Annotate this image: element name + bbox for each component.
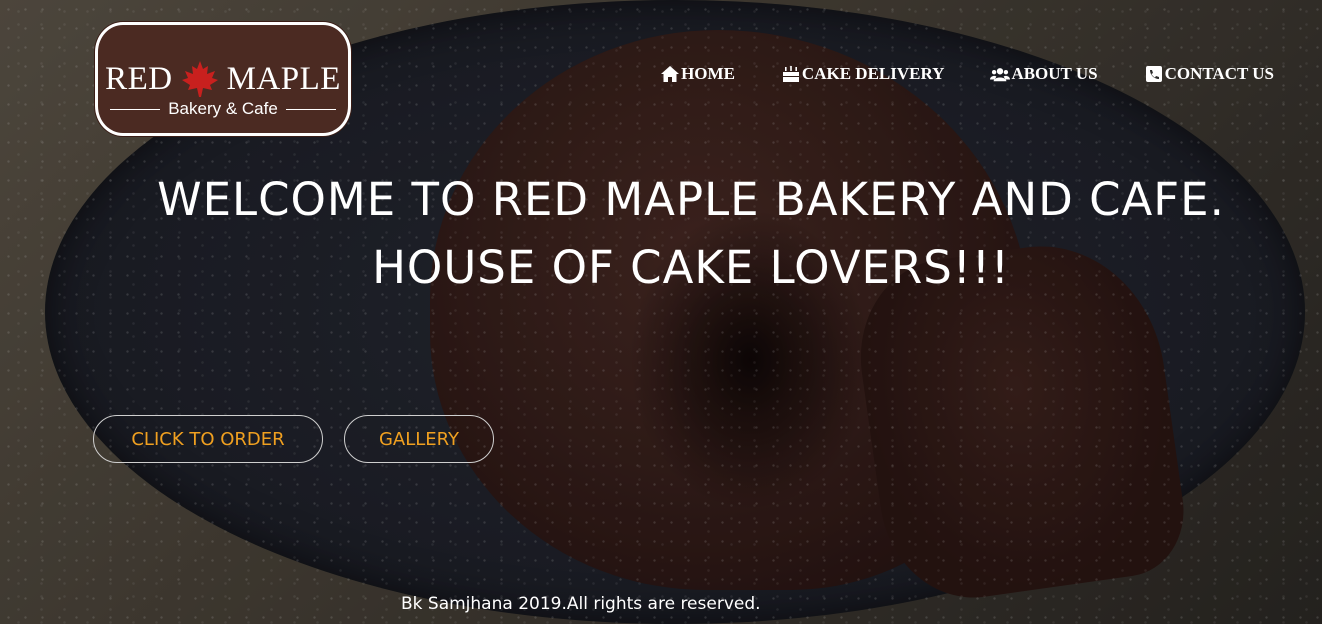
gallery-button[interactable]: GALLERY [344, 415, 494, 463]
home-icon [661, 66, 680, 82]
users-icon [990, 68, 1011, 82]
red-maple-logo[interactable]: RED MAPLE Bakery & Cafe [95, 22, 351, 136]
logo-divider-left [110, 108, 161, 110]
nav-contact-us-label: CONTACT US [1164, 64, 1274, 83]
nav-contact-us[interactable]: CONTACT US [1144, 64, 1274, 84]
logo-brand-right: MAPLE [226, 60, 341, 97]
nav-about-us-label: ABOUT US [1011, 64, 1098, 83]
nav-cake-delivery[interactable]: CAKE DELIVERY [781, 64, 945, 84]
hero-headline-line2: HOUSE OF CAKE LOVERS!!! [372, 241, 1010, 294]
footer-copyright: Bk Samjhana 2019.All rights are reserved… [401, 594, 761, 614]
logo-divider-right [285, 108, 337, 110]
hero-headline-line1: WELCOME TO RED MAPLE BAKERY AND CAFE. [157, 173, 1225, 226]
click-to-order-button[interactable]: CLICK TO ORDER [93, 415, 323, 463]
logo-brand-left: RED [105, 60, 173, 97]
birthday-cake-icon [782, 66, 799, 82]
hero-headline: WELCOME TO RED MAPLE BAKERY AND CAFE. HO… [60, 166, 1322, 302]
nav-home-label: HOME [681, 64, 735, 83]
logo-tagline-row: Bakery & Cafe [110, 99, 337, 119]
nav-home[interactable]: HOME [660, 64, 735, 84]
nav-about-us[interactable]: ABOUT US [990, 64, 1098, 84]
main-navigation: HOME CAKE DELIVERY ABOUT US CONTACT US [660, 64, 1274, 84]
logo-brand: RED MAPLE [98, 59, 348, 99]
nav-cake-delivery-label: CAKE DELIVERY [801, 64, 945, 83]
logo-tagline: Bakery & Cafe [168, 99, 278, 118]
maple-leaf-icon [181, 61, 218, 97]
phone-square-icon [1145, 66, 1162, 82]
